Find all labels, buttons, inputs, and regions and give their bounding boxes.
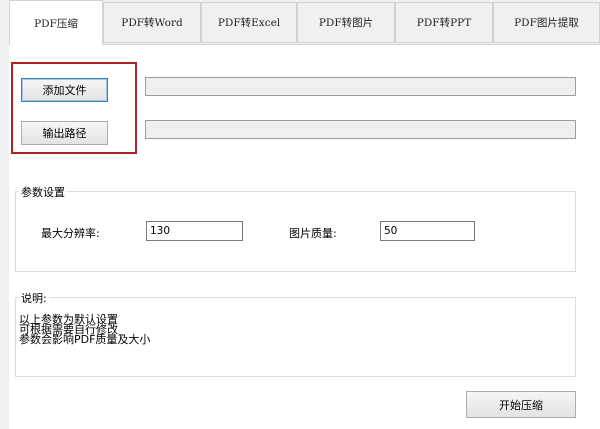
description-title: 说明: [19,290,49,306]
tab-pdf-compress-label: PDF压缩 [34,17,78,30]
tab-pdf-compress[interactable]: PDF压缩 [9,0,103,45]
output-path-field[interactable] [145,120,576,139]
start-compress-button[interactable]: 开始压缩 [466,391,576,418]
tab-strip: PDF压缩 PDF转Word PDF转Excel PDF转图片 PDF转PPT … [9,0,600,45]
tab-pdf-image-extract[interactable]: PDF图片提取 [493,2,600,43]
tab-pdf-to-ppt-label: PDF转PPT [416,17,472,29]
tab-pdf-to-ppt[interactable]: PDF转PPT [395,2,493,43]
app-window: PDF压缩 PDF转Word PDF转Excel PDF转图片 PDF转PPT … [0,0,600,429]
tab-pdf-to-word[interactable]: PDF转Word [103,2,201,43]
tab-pdf-to-image-label: PDF转图片 [318,17,374,29]
image-quality-input[interactable]: 50 [380,221,475,241]
tab-pdf-to-image[interactable]: PDF转图片 [297,2,395,43]
output-path-button[interactable]: 输出路径 [21,121,108,145]
image-quality-label: 图片质量: [289,227,337,240]
add-file-button-label: 添加文件 [42,84,87,97]
add-file-button[interactable]: 添加文件 [21,78,108,102]
input-file-path-field[interactable] [145,77,576,96]
max-resolution-input[interactable]: 130 [146,221,243,241]
tab-pdf-to-excel[interactable]: PDF转Excel [201,2,297,43]
output-path-button-label: 输出路径 [42,127,87,140]
tab-pdf-image-extract-label: PDF图片提取 [514,17,579,29]
tab-pdf-to-word-label: PDF转Word [121,17,183,29]
tab-pdf-to-excel-label: PDF转Excel [217,17,281,29]
description-line: 参数会影响PDF质量及大小 [19,333,151,346]
params-group-title: 参数设置 [19,184,67,200]
start-compress-button-label: 开始压缩 [499,398,543,412]
max-resolution-label: 最大分辨率: [41,227,100,240]
